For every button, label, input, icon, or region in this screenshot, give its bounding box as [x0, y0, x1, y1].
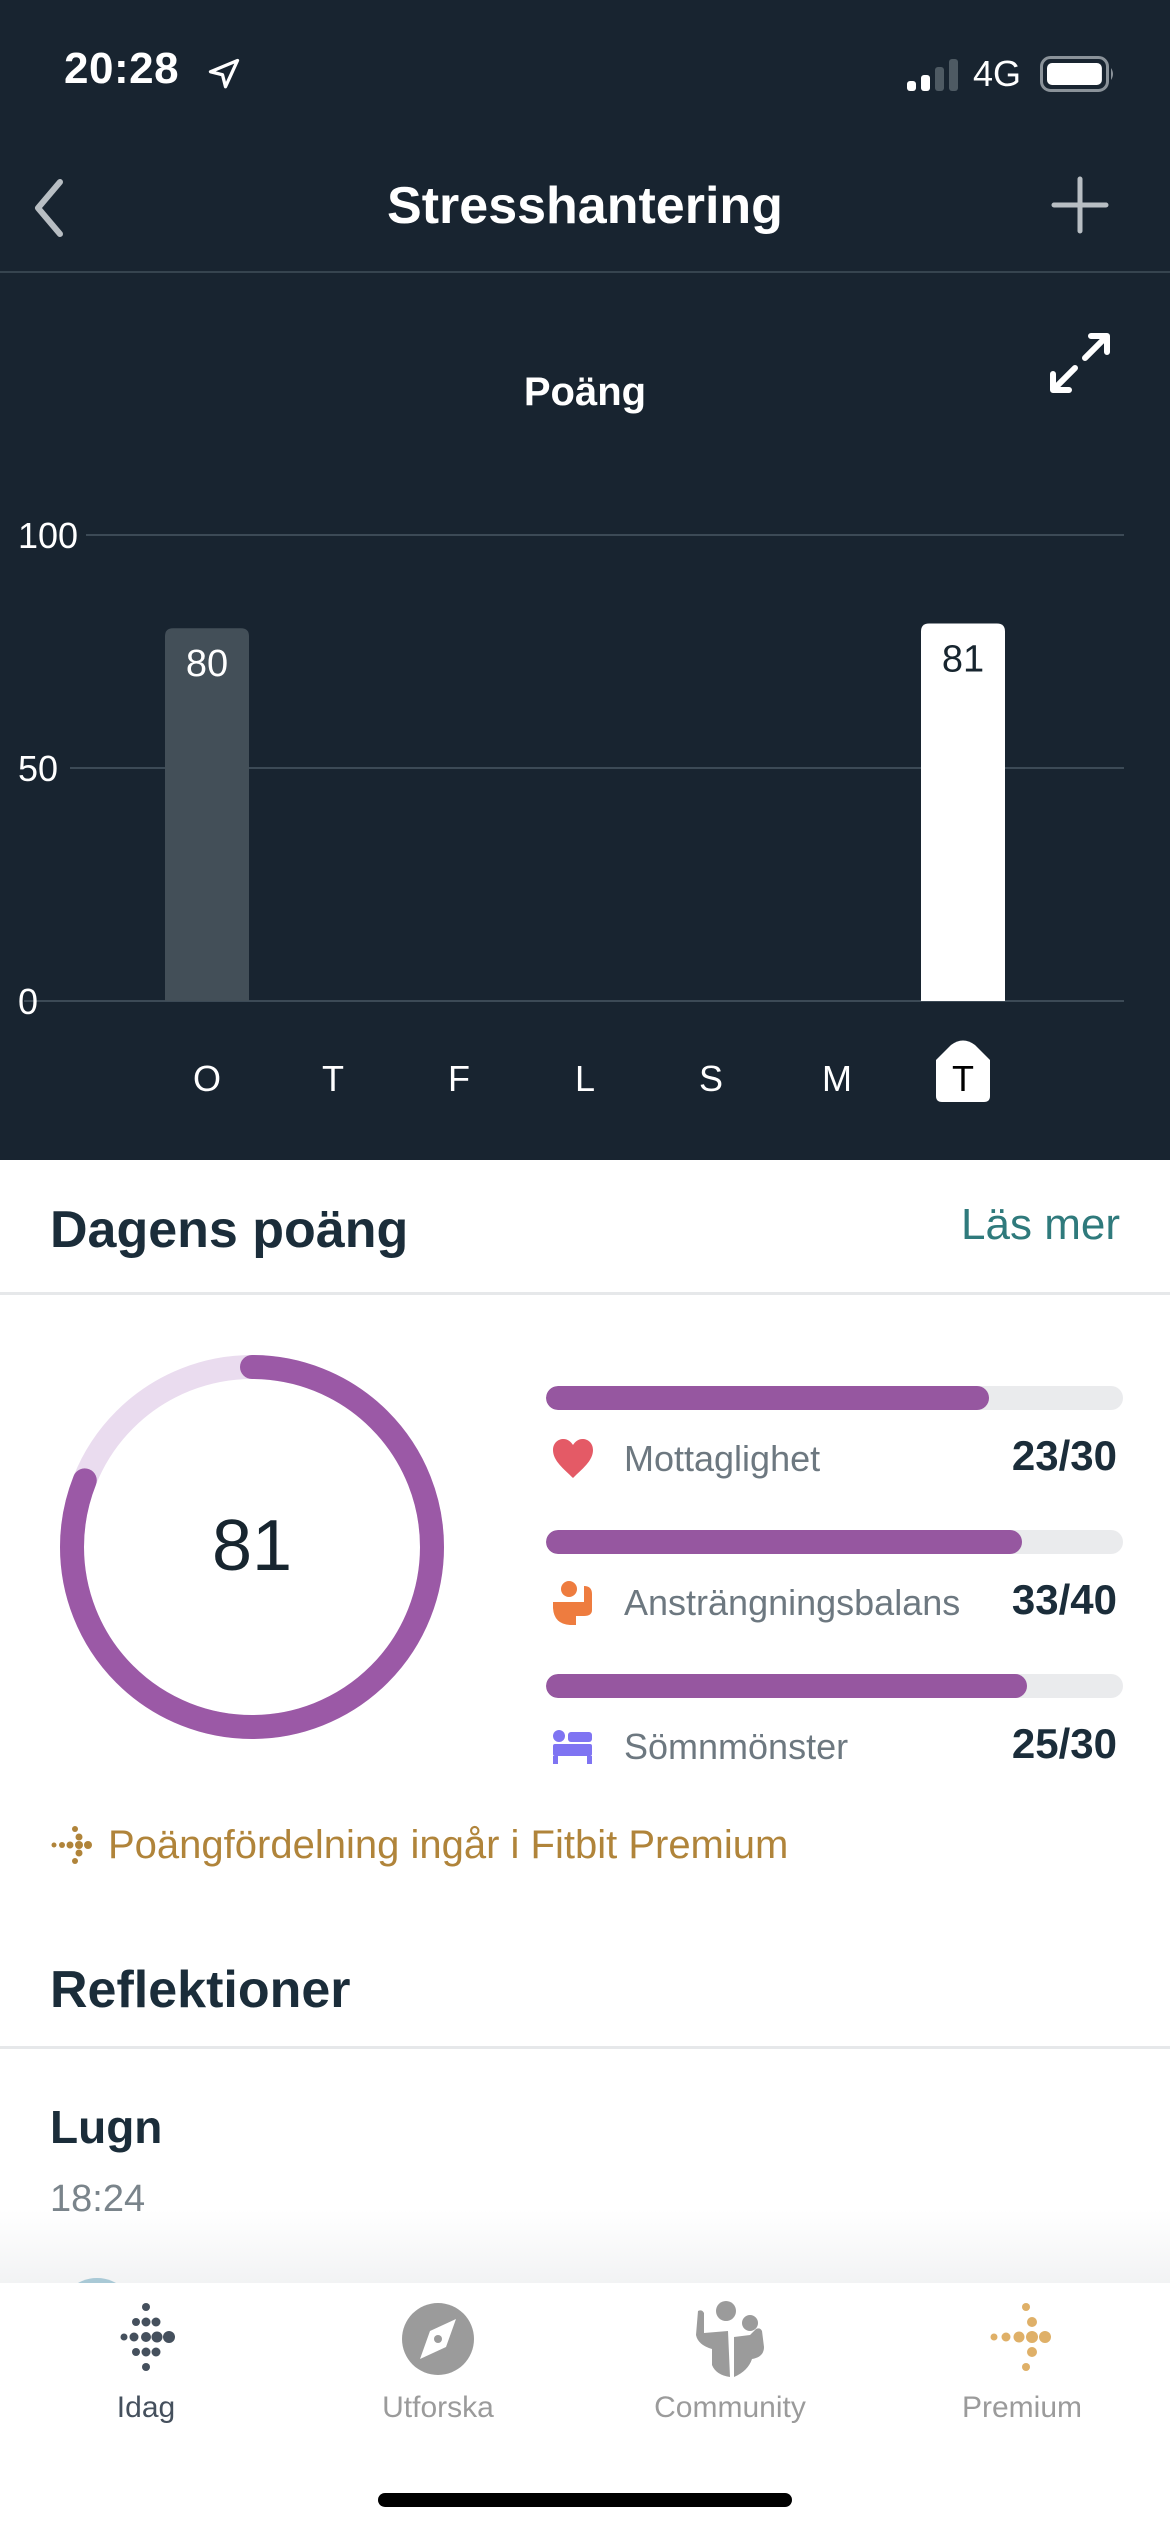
page-title: Stresshantering: [387, 177, 783, 235]
home-indicator[interactable]: [378, 2493, 792, 2507]
y-tick-label: 100: [18, 515, 78, 556]
reflection-time: 18:24: [50, 2178, 146, 2220]
metric-value: 23/30: [1011, 1432, 1117, 1479]
section-title-todays-score: Dagens poäng: [50, 1201, 409, 1259]
metric-value: 25/30: [1011, 1720, 1117, 1767]
tab-today[interactable]: Idag: [0, 2283, 292, 2443]
cellular-signal-icon: [907, 59, 958, 91]
list-fade: [0, 2210, 1170, 2283]
metric-value: 33/40: [1011, 1576, 1117, 1623]
metric-bar-fill: [546, 1386, 989, 1410]
tab-label: Premium: [961, 2391, 1082, 2424]
section-title-reflections: Reflektioner: [50, 1961, 351, 2019]
battery-icon: [1040, 56, 1113, 92]
nav-divider: [0, 271, 1170, 273]
fitbit-dots-icon: [120, 2303, 175, 2371]
section-divider: [0, 2046, 1170, 2049]
metric-bar-track: [546, 1386, 1123, 1410]
metric-bar-track: [546, 1530, 1123, 1554]
signal-bar: [935, 67, 944, 91]
signal-bar: [949, 59, 958, 91]
read-more-link[interactable]: Läs mer: [961, 1200, 1120, 1250]
x-tick-label[interactable]: T: [322, 1058, 344, 1099]
x-tick-label[interactable]: O: [193, 1058, 221, 1099]
heart-icon: [553, 1439, 593, 1478]
bar-value-label: 80: [186, 643, 228, 685]
bar-value-label: 81: [942, 639, 984, 681]
network-type: 4G: [973, 53, 1022, 94]
x-tick-label[interactable]: F: [448, 1058, 470, 1099]
reflection-name[interactable]: Lugn: [50, 2100, 162, 2154]
metric-label: Ansträngningsbalans: [624, 1582, 961, 1623]
tab-label: Idag: [116, 2391, 176, 2424]
y-tick-label: 50: [18, 748, 58, 789]
tab-label: Community: [654, 2391, 806, 2424]
metric-label: Sömnmönster: [624, 1726, 849, 1767]
score-bar-chart: 0 50 100 80 O T F L S M 81 T: [18, 515, 1124, 1102]
compass-icon: [402, 2303, 474, 2375]
signal-bar: [921, 75, 930, 91]
premium-dots-icon: [990, 2303, 1051, 2371]
metric-label: Mottaglighet: [624, 1438, 821, 1479]
section-divider: [0, 1292, 1170, 1295]
y-tick-label: 0: [18, 981, 38, 1022]
status-time: 20:28: [64, 44, 180, 93]
metric-bar-track: [546, 1674, 1123, 1698]
x-tick-label[interactable]: L: [575, 1058, 595, 1099]
chart-title: Poäng: [523, 370, 647, 414]
x-tick-label[interactable]: M: [822, 1058, 852, 1099]
x-tick-label[interactable]: S: [699, 1058, 723, 1099]
expand-arrows-icon[interactable]: [1045, 328, 1115, 398]
premium-upsell-link[interactable]: Poängfördelning ingår i Fitbit Premium: [50, 1820, 788, 1870]
exertion-person-icon: [553, 1581, 592, 1625]
tab-label: Utforska: [382, 2391, 494, 2424]
tab-premium[interactable]: Premium: [876, 2283, 1168, 2443]
bed-icon: [553, 1730, 592, 1764]
community-people-icon: [696, 2301, 764, 2377]
premium-upsell-text: Poängfördelning ingår i Fitbit Premium: [108, 1822, 789, 1867]
add-button[interactable]: [1050, 175, 1110, 235]
score-value: 81: [211, 1506, 293, 1586]
signal-bar: [907, 81, 916, 91]
metric-bar-fill: [546, 1530, 1023, 1554]
metric-bar-fill: [546, 1674, 1027, 1698]
premium-dots-icon: [51, 1826, 92, 1864]
location-arrow-icon: [208, 58, 240, 89]
tab-explore[interactable]: Utforska: [292, 2283, 584, 2443]
tab-community[interactable]: Community: [584, 2283, 876, 2443]
x-tick-label[interactable]: T: [952, 1058, 974, 1099]
